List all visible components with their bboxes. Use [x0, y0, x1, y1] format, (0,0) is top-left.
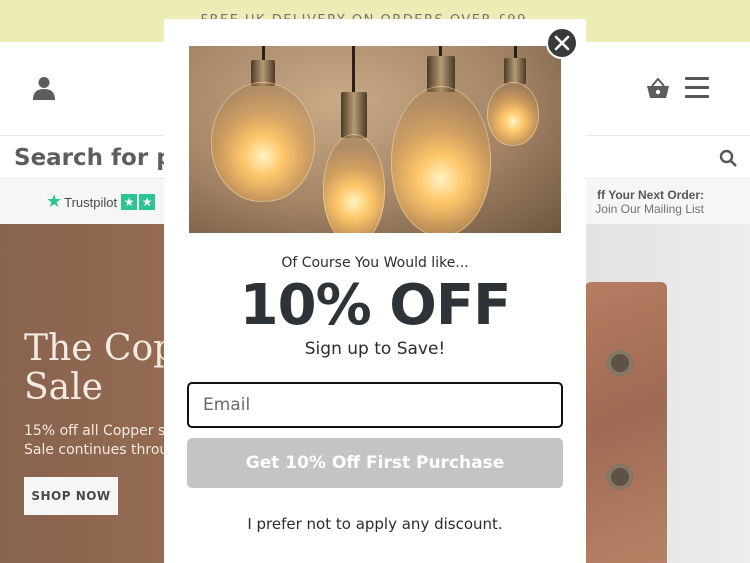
light-bulbs-image — [189, 46, 561, 233]
email-field[interactable] — [187, 382, 563, 428]
get-discount-button[interactable]: Get 10% Off First Purchase — [187, 438, 563, 488]
popup-lead-text: Of Course You Would like... — [281, 255, 469, 271]
close-icon — [554, 35, 570, 51]
discount-popup: Of Course You Would like... 10% OFF Sign… — [164, 19, 586, 563]
popup-headline: 10% OFF — [239, 273, 512, 338]
popup-subline: Sign up to Save! — [304, 339, 446, 359]
close-popup-button[interactable] — [546, 27, 578, 59]
decline-discount-link[interactable]: I prefer not to apply any discount. — [164, 515, 586, 533]
